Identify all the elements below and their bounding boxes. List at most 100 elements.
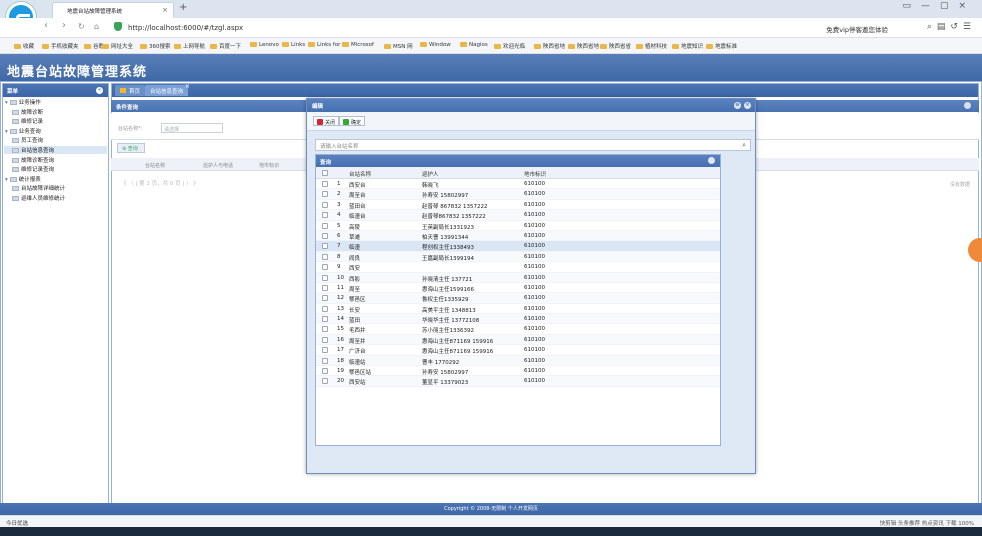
sidebar-item[interactable]: 维修记录: [12, 117, 43, 125]
row-checkbox[interactable]: [322, 347, 328, 354]
row-checkbox[interactable]: [322, 264, 328, 271]
sidebar-item[interactable]: 维修记录查询: [12, 165, 54, 173]
row-checkbox[interactable]: [322, 181, 328, 187]
bookmark-item[interactable]: Links for: [308, 42, 340, 48]
bookmark-item[interactable]: 360搜索: [140, 42, 171, 50]
row-checkbox[interactable]: [322, 295, 328, 302]
bookmark-item[interactable]: 谷歌: [84, 42, 104, 50]
table-row[interactable]: 20 西安站 董显平 13379023 610100: [316, 376, 720, 387]
close-tab-icon[interactable]: ×: [162, 6, 168, 14]
collapse-icon[interactable]: [964, 102, 971, 109]
table-row[interactable]: 10 西影 孙晓清主任 137721 610100: [316, 272, 720, 283]
station-name-select[interactable]: 请选择: [161, 123, 223, 133]
back-icon[interactable]: ‹: [44, 20, 48, 31]
collapse-icon[interactable]: «: [96, 87, 103, 94]
row-checkbox[interactable]: [322, 378, 328, 385]
bookmark-item[interactable]: 陕西省省: [600, 42, 631, 50]
sidebar-item[interactable]: 员工查询: [12, 136, 43, 144]
forward-icon[interactable]: ›: [62, 20, 66, 31]
table-row[interactable]: 19 鄠邑区站 孙寿安 15802997 610100: [316, 366, 720, 377]
tab-home[interactable]: 首页: [115, 85, 146, 96]
table-row[interactable]: 14 蓝田 华晓华主任 13772108 610100: [316, 314, 720, 325]
bookmark-item[interactable]: 陕西省地: [568, 42, 599, 50]
table-row[interactable]: 8 阎良 王嘉副局长1399194 610100: [316, 251, 720, 263]
browser-toolbar-icons[interactable]: ⌕▤↺☰: [927, 22, 976, 32]
sidebar-item[interactable]: 台站故障详细统计: [12, 184, 65, 192]
table-row[interactable]: 12 鄠邑区 鲁权主任1335929 610100: [316, 293, 720, 304]
new-tab-icon[interactable]: +: [179, 2, 187, 13]
table-row[interactable]: 15 毛西井 苏小丽主任1336392 610100: [316, 324, 720, 335]
row-checkbox[interactable]: [322, 253, 328, 260]
row-checkbox[interactable]: [322, 201, 328, 208]
row-checkbox[interactable]: [322, 357, 328, 364]
bookmark-item[interactable]: 百度一下: [210, 42, 241, 50]
home-icon[interactable]: ⌂: [94, 22, 99, 31]
table-row[interactable]: 6 草滩 柏天曹 13991344 610100: [316, 230, 720, 242]
row-checkbox[interactable]: [322, 284, 328, 291]
row-checkbox[interactable]: [322, 305, 328, 312]
sidebar-item[interactable]: 巡维人员维修统计: [12, 194, 65, 202]
bookmark-item[interactable]: 地震知识: [672, 42, 703, 50]
bookmark-item[interactable]: Links: [282, 42, 305, 48]
sidebar-item[interactable]: ▾ 业务操作: [5, 98, 41, 106]
row-checkbox[interactable]: [322, 243, 328, 250]
browser-tab[interactable]: 地震台站故障管理系统 ×: [52, 2, 174, 18]
table-row[interactable]: 16 周至井 惠海山主任871169 159916 610100: [316, 334, 720, 346]
select-all-checkbox[interactable]: [322, 170, 328, 176]
close-icon[interactable]: ×: [744, 102, 751, 109]
bookmark-item[interactable]: Lenovo: [250, 42, 279, 48]
status-right[interactable]: 快剪辑 头条推荐 热点资讯 下载 100%: [880, 519, 974, 527]
row-checkbox[interactable]: [322, 222, 328, 229]
close-tab-icon[interactable]: ×: [185, 83, 190, 90]
address-promo[interactable]: 免费vip停客邀您体验: [826, 24, 888, 34]
table-row[interactable]: 11 周至 惠海山主任1599166 610100: [316, 283, 720, 294]
row-checkbox[interactable]: [322, 368, 328, 375]
table-row[interactable]: 18 临潼站 曹丰 1770292 610100: [316, 355, 720, 367]
bookmark-item[interactable]: MSN 网: [384, 42, 413, 50]
bookmark-item[interactable]: Microsof: [342, 42, 374, 48]
collapse-icon[interactable]: [708, 157, 715, 164]
url-input[interactable]: http://localhost:6000/#/tzgl.aspx: [128, 24, 243, 32]
sidebar-item[interactable]: ▾ 统计报表: [5, 175, 41, 183]
tab-station-query[interactable]: 台站信息查询 ×: [145, 83, 190, 96]
ok-button[interactable]: 确定: [339, 116, 366, 126]
table-row[interactable]: 2 周至台 孙寿安 15802997 610100: [316, 189, 720, 200]
bookmark-item[interactable]: 网址大全: [102, 42, 133, 50]
window-controls[interactable]: ▭—▢×: [902, 1, 976, 11]
refresh-icon[interactable]: ↻: [78, 22, 85, 31]
bookmark-item[interactable]: 手机收藏夹: [42, 42, 79, 50]
row-checkbox[interactable]: [322, 232, 328, 239]
bookmark-item[interactable]: 上网导航: [174, 42, 205, 50]
bookmark-item[interactable]: 欢迎光临: [494, 42, 525, 50]
minimize-icon[interactable]: ⊖: [734, 102, 741, 109]
row-checkbox[interactable]: [322, 336, 328, 343]
search-icon[interactable]: ⌕: [742, 141, 746, 150]
bookmark-item[interactable]: 陕西省地: [534, 42, 565, 50]
expand-icon[interactable]: ▾: [5, 100, 8, 106]
sidebar-item[interactable]: 故障诊断查询: [12, 156, 54, 164]
table-row[interactable]: 9 西安 610100: [316, 262, 720, 273]
table-row[interactable]: 3 蓝田台 赵普琴 867832 1357222 610100: [316, 200, 720, 211]
table-row[interactable]: 17 广济台 惠海山主任871169 159916 610100: [316, 345, 720, 356]
query-button[interactable]: ⊕ 查询: [117, 143, 145, 153]
table-row[interactable]: 4 临潼台 赵普琴867832 1357222 610100: [316, 210, 720, 221]
bookmark-item[interactable]: Window: [420, 42, 451, 48]
table-row[interactable]: 13 长安 高美平主任 1348813 610100: [316, 304, 720, 315]
sidebar-item[interactable]: 故障诊断: [12, 108, 43, 116]
row-checkbox[interactable]: [322, 326, 328, 333]
bookmark-item[interactable]: 植材科技: [636, 42, 667, 50]
table-row[interactable]: 7 临潼 程创权主任1338493 610100: [316, 241, 720, 252]
close-button[interactable]: 关闭: [313, 116, 340, 126]
expand-icon[interactable]: ▾: [5, 129, 8, 135]
row-checkbox[interactable]: [322, 212, 328, 219]
table-row[interactable]: 1 西安台 韩晓飞 610100: [316, 179, 720, 190]
bookmark-item[interactable]: 收藏: [14, 42, 34, 50]
sidebar-item[interactable]: 台站信息查询: [4, 146, 107, 154]
status-left[interactable]: 今日优选: [6, 519, 28, 527]
station-search-input[interactable]: 请输入台站名称 ⌕: [315, 139, 751, 151]
bookmark-item[interactable]: 地震标准: [706, 42, 737, 50]
table-row[interactable]: 5 高陵 王英副局长1331923 610100: [316, 221, 720, 231]
bookmark-item[interactable]: Nagios: [460, 42, 488, 48]
sidebar-item[interactable]: ▾ 业务查询: [5, 127, 41, 135]
row-checkbox[interactable]: [322, 191, 328, 198]
